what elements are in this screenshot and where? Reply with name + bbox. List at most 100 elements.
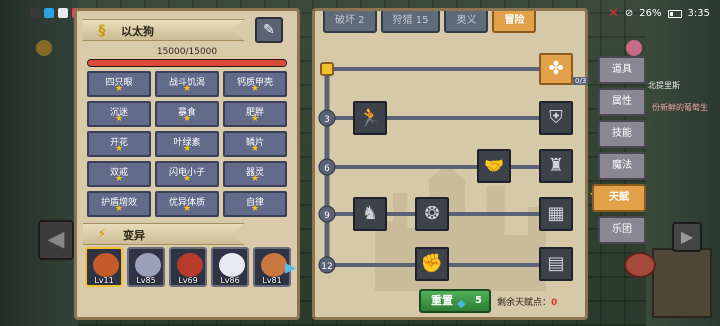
- trait-slot[interactable]: 战斗饥渴 ★: [155, 71, 219, 97]
- trait-slot[interactable]: 叶绿素 ★: [155, 131, 219, 157]
- mutant-level: Lv85: [136, 276, 156, 285]
- mutant-portrait: [135, 253, 161, 277]
- svg-text:9: 9: [324, 211, 330, 221]
- trap-icon: ❂: [424, 203, 440, 224]
- fist-icon: ✊: [420, 253, 444, 274]
- trait-slot[interactable]: 开花 ★: [87, 131, 151, 157]
- side-menu-item[interactable]: 魔法: [598, 152, 646, 180]
- trait-slot[interactable]: 护盾增效 ★: [87, 191, 151, 217]
- trait-slot[interactable]: 暴食 ★: [155, 101, 219, 127]
- world-right-arrow-icon[interactable]: ▶: [672, 222, 702, 252]
- mutant-portrait: [177, 253, 203, 277]
- app-icon: [58, 8, 68, 18]
- crest-icon: ⛨: [549, 107, 563, 128]
- mutant-portrait: [219, 253, 245, 277]
- side-menu-item[interactable]: 道具: [598, 56, 646, 84]
- mutant-slot[interactable]: Lv69: [169, 247, 207, 287]
- mutant-list: Lv11 Lv85 Lv69 Lv86 Lv81: [85, 247, 305, 291]
- mutation-icon: ⚡: [97, 227, 107, 242]
- talent-node-warrior[interactable]: ♞: [353, 197, 387, 231]
- mutant-level: Lv81: [262, 276, 282, 285]
- talent-level-marker: 9: [318, 205, 336, 223]
- pet-info-panel: § 以太狗 ✎ 15000/15000 四只眼 ★ 战斗饥渴 ★ 钙质甲壳 ★ 沉迷 ★ 暴食 ★…: [74, 8, 300, 320]
- pencil-icon: ✎: [263, 22, 275, 38]
- mutant-slot[interactable]: Lv11: [85, 247, 123, 287]
- map-label-north: 北提里斯: [648, 81, 680, 90]
- talent-node-crate[interactable]: ▦: [539, 197, 573, 231]
- trait-grid: 四只眼 ★ 战斗饥渴 ★ 钙质甲壳 ★ 沉迷 ★ 暴食 ★ 肥胖 ★ 开花 ★ 叶绿素 ★ 鳞片 ★ 双戒 ★ 闪电小子…: [87, 71, 287, 221]
- pet-emblem-icon: §: [98, 23, 106, 39]
- star-icon: ★: [114, 114, 124, 124]
- trait-slot[interactable]: 闪电小子 ★: [155, 161, 219, 187]
- reset-label: 重置: [431, 294, 453, 307]
- armor-icon: ♜: [547, 155, 565, 176]
- clock: 3:35: [687, 8, 710, 19]
- crate-icon: ▦: [547, 203, 565, 224]
- trait-slot[interactable]: 鳞片 ★: [223, 131, 287, 157]
- calculator-icon: ▤: [547, 253, 565, 274]
- close-icon[interactable]: ✕: [608, 6, 619, 21]
- trait-slot[interactable]: 器灵 ★: [223, 161, 287, 187]
- mutant-portrait: [93, 253, 119, 277]
- talent-node-handshake[interactable]: 🤝: [477, 149, 511, 183]
- world-status-icon: [36, 40, 52, 56]
- mutation-title: 变异: [123, 229, 145, 242]
- trait-slot[interactable]: 双戒 ★: [87, 161, 151, 187]
- mute-icon: ⊘: [624, 8, 634, 19]
- remaining-points: 剩余天赋点：0: [497, 295, 557, 308]
- warrior-icon: ♞: [361, 203, 379, 224]
- talent-root-node: [320, 62, 334, 76]
- trait-slot[interactable]: 四只眼 ★: [87, 71, 151, 97]
- pet-name-ribbon: § 以太狗: [83, 19, 245, 41]
- star-icon: ★: [182, 174, 192, 184]
- trait-slot[interactable]: 自律 ★: [223, 191, 287, 217]
- star-icon: ★: [182, 204, 192, 214]
- side-menu-item[interactable]: 属性: [598, 88, 646, 116]
- talent-node-shield[interactable]: ⛨: [539, 101, 573, 135]
- svg-text:6: 6: [324, 164, 330, 174]
- trait-slot[interactable]: 优异体质 ★: [155, 191, 219, 217]
- battery-level: 26%: [639, 8, 662, 19]
- side-menu-item[interactable]: 天赋: [592, 184, 646, 212]
- edit-button[interactable]: ✎: [255, 17, 283, 43]
- trait-slot[interactable]: 肥胖 ★: [223, 101, 287, 127]
- mutant-level: Lv69: [178, 276, 198, 285]
- runner-icon: 🏃: [358, 107, 382, 128]
- hp-text: 15000/15000: [156, 47, 218, 57]
- star-icon: ★: [114, 174, 124, 184]
- remaining-label: 剩余天赋点：: [497, 298, 552, 308]
- mutation-ribbon: ⚡ 变异: [83, 223, 245, 245]
- mutant-slot[interactable]: Lv86: [211, 247, 249, 287]
- world-house: [652, 248, 712, 318]
- trait-slot[interactable]: 钙质甲壳 ★: [223, 71, 287, 97]
- mutant-slot[interactable]: Lv85: [127, 247, 165, 287]
- remaining-value: 0: [551, 298, 558, 308]
- meat-icon[interactable]: [624, 252, 656, 278]
- world-left-arrow-icon[interactable]: ◀: [38, 220, 74, 260]
- star-icon: ★: [182, 144, 192, 154]
- star-icon: ★: [114, 204, 124, 214]
- mutant-level: Lv11: [94, 276, 114, 285]
- reset-button[interactable]: 重置 ◆ 5: [419, 289, 491, 313]
- talent-node-trap[interactable]: ❂: [415, 197, 449, 231]
- pet-name: 以太狗: [121, 25, 154, 38]
- clover-icon: ✤: [548, 58, 564, 79]
- talent-node-calculator[interactable]: ▤: [539, 247, 573, 281]
- talent-node-fist[interactable]: ✊: [415, 247, 449, 281]
- app-icon: [30, 8, 40, 18]
- mutant-portrait: [261, 253, 287, 277]
- gem-icon: ◆: [457, 297, 466, 310]
- talent-counter: 0/3: [573, 77, 589, 85]
- svg-text:3: 3: [324, 115, 330, 125]
- star-icon: ★: [250, 114, 260, 124]
- trait-slot[interactable]: 沉迷 ★: [87, 101, 151, 127]
- talent-node-runner[interactable]: 🏃: [353, 101, 387, 135]
- side-menu-item[interactable]: 乐团: [598, 216, 646, 244]
- star-icon: ★: [250, 84, 260, 94]
- talent-node-armor[interactable]: ♜: [539, 149, 573, 183]
- star-icon: ★: [114, 144, 124, 154]
- talent-node-clover[interactable]: ✤: [539, 53, 573, 85]
- svg-text:12: 12: [321, 262, 332, 272]
- side-menu-item[interactable]: 技能: [598, 120, 646, 148]
- scroll-right-icon[interactable]: ▶: [285, 259, 296, 277]
